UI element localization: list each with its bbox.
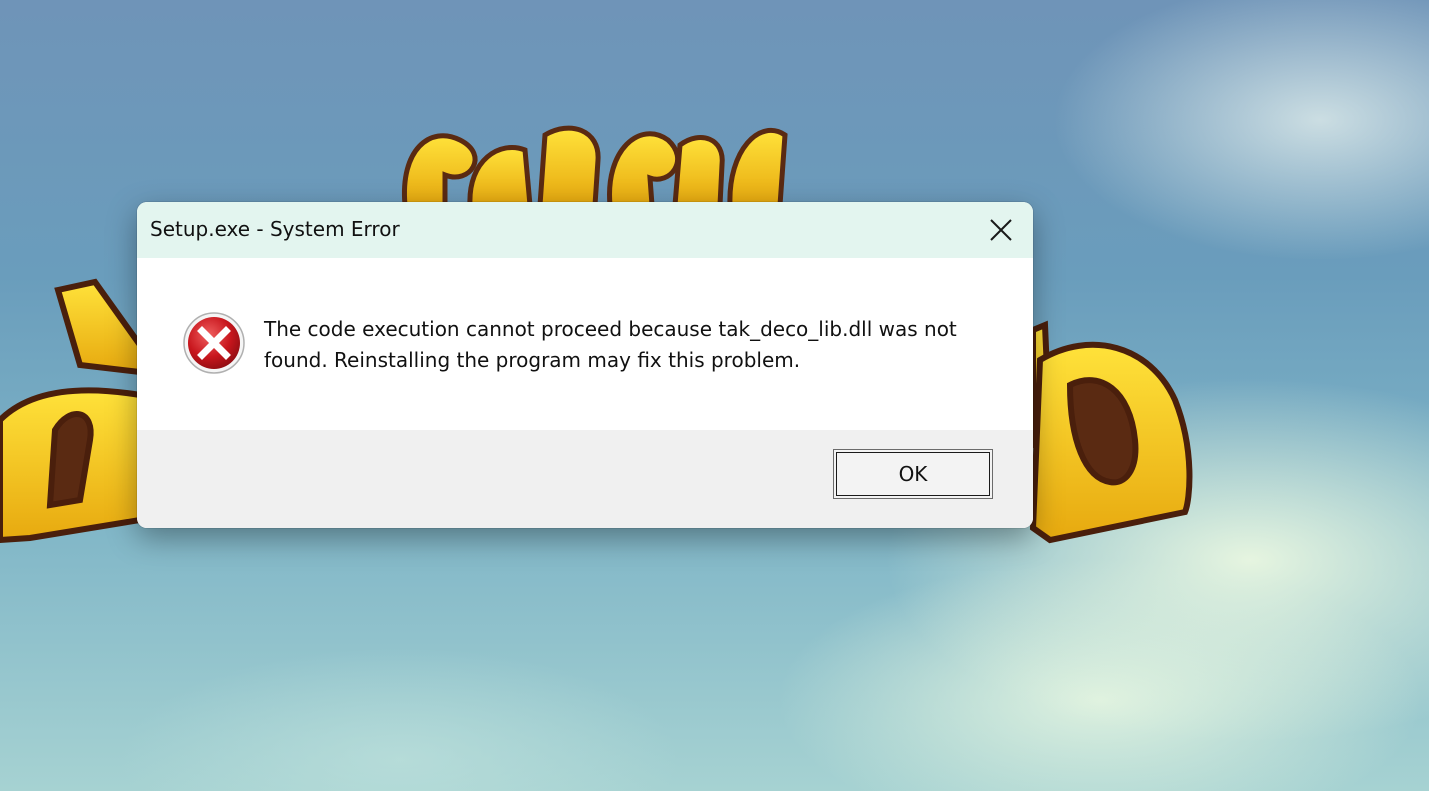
- dialog-titlebar: Setup.exe - System Error: [137, 202, 1033, 258]
- close-icon: [990, 219, 1012, 241]
- dialog-content: The code execution cannot proceed becaus…: [137, 258, 1033, 430]
- logo-right-letters: [1029, 320, 1193, 544]
- desktop-background: Setup.exe - System Error The code execut…: [0, 0, 1429, 791]
- dialog-footer: OK: [137, 430, 1033, 528]
- error-message: The code execution cannot proceed becaus…: [264, 317, 957, 372]
- logo-left-letters: [0, 278, 143, 544]
- system-error-dialog: Setup.exe - System Error The code execut…: [137, 202, 1033, 528]
- error-x-icon: [183, 312, 245, 374]
- dialog-title: Setup.exe - System Error: [150, 217, 400, 241]
- ok-button[interactable]: OK: [833, 449, 993, 499]
- close-button[interactable]: [969, 202, 1033, 258]
- logo-script-lettering: [401, 125, 788, 208]
